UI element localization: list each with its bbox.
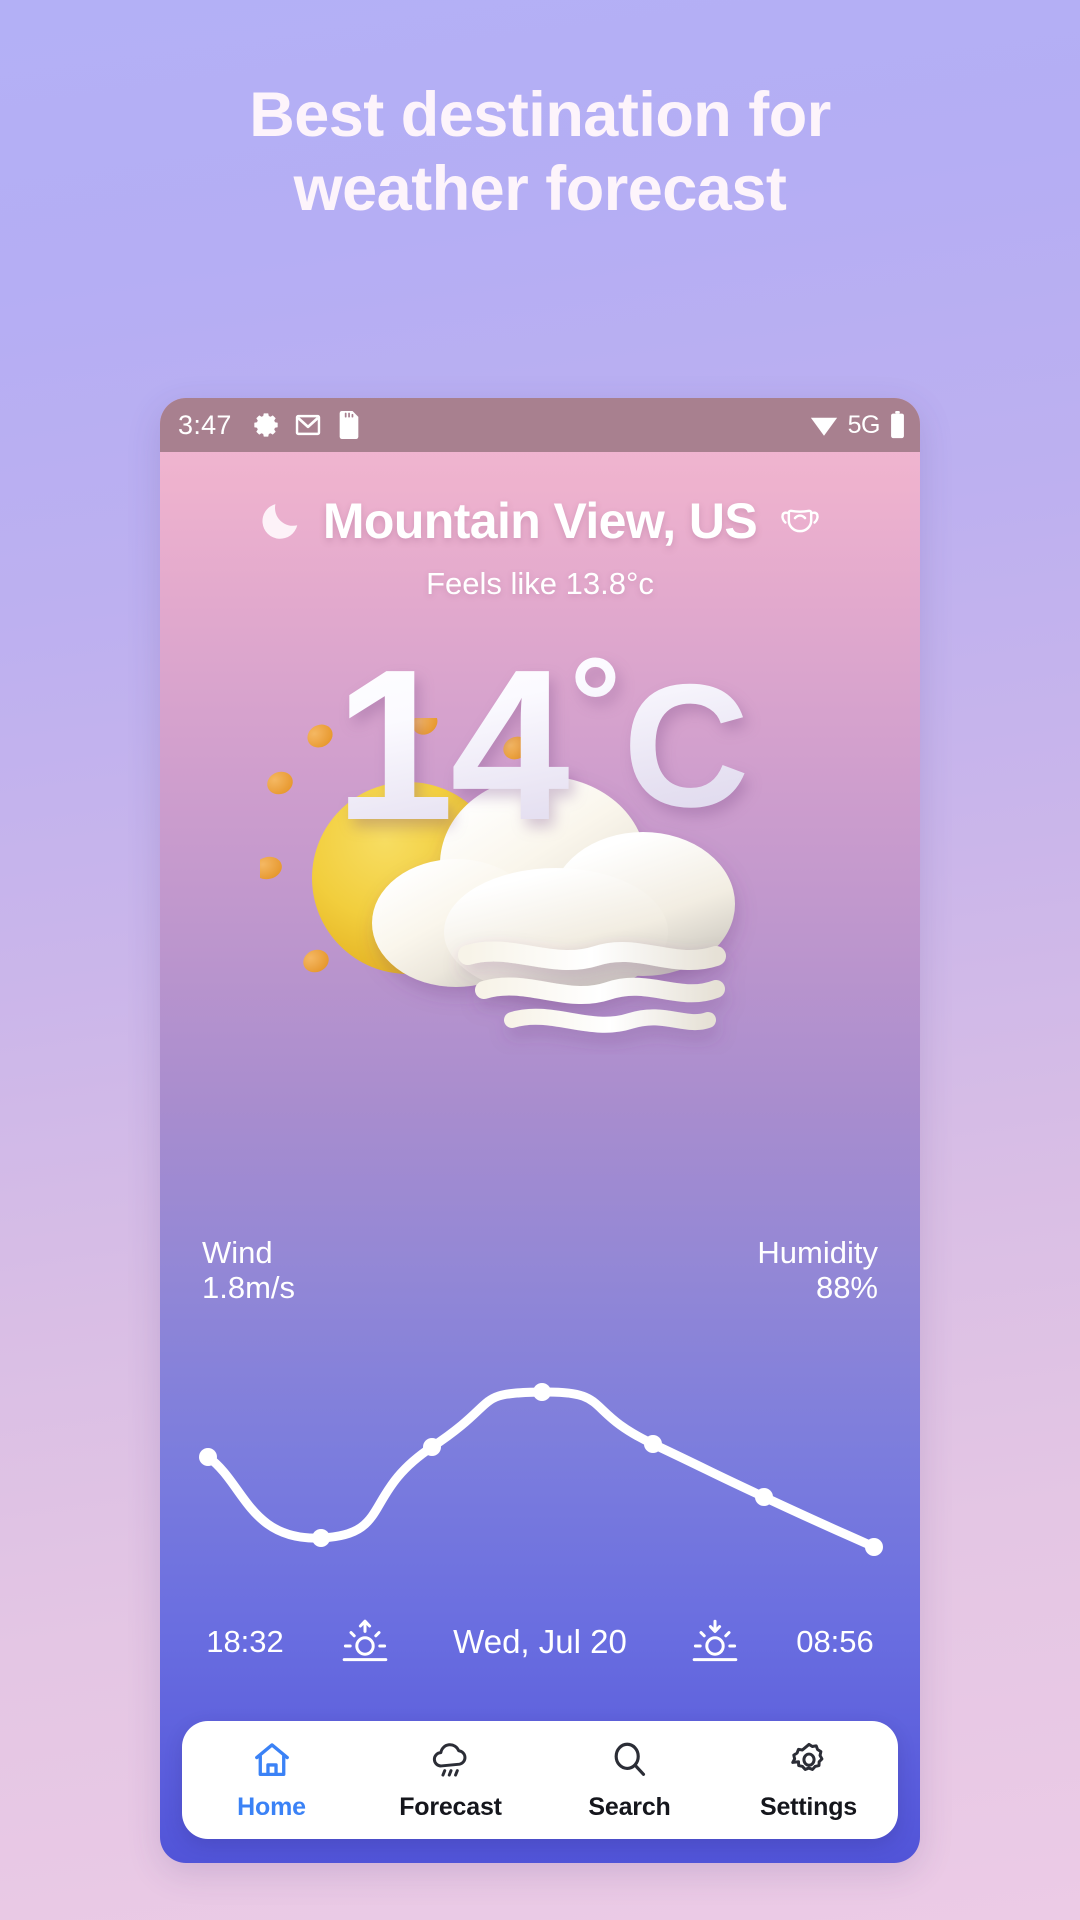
- nav-label-home: Home: [237, 1792, 306, 1821]
- sun-times-row: 18:32 Wed, Jul 20 08:56: [160, 1616, 920, 1668]
- wind-label: Wind: [202, 1235, 273, 1270]
- gear-icon: [252, 411, 280, 439]
- weather-illustration: [160, 718, 920, 1058]
- promo-line-1: Best destination for: [249, 80, 831, 150]
- humidity-label: Humidity: [757, 1235, 878, 1270]
- network-type: 5G: [847, 410, 881, 439]
- gear-icon: [788, 1739, 830, 1786]
- sunset-time: 18:32: [206, 1624, 284, 1659]
- weather-metrics: Wind 1.8m/s Humidity 88%: [160, 1235, 920, 1305]
- face-mask-icon[interactable]: [757, 499, 843, 543]
- app-screen: 3:47 5G Mountain View, US Feels like 13.…: [160, 398, 920, 1863]
- nav-label-forecast: Forecast: [399, 1792, 502, 1821]
- humidity-metric: Humidity 88%: [757, 1235, 886, 1305]
- wind-metric: Wind 1.8m/s: [194, 1235, 296, 1305]
- status-bar: 3:47 5G: [160, 398, 920, 452]
- nav-item-forecast[interactable]: Forecast: [361, 1739, 540, 1822]
- nav-item-settings[interactable]: Settings: [719, 1739, 898, 1822]
- status-right-icons: 5G: [809, 411, 906, 440]
- feels-like: Feels like 13.8°c: [426, 566, 654, 601]
- humidity-value: 88%: [815, 1269, 878, 1305]
- sunrise-time: 08:56: [796, 1624, 874, 1659]
- phone-mockup: 3:47 5G Mountain View, US Feels like 13.…: [160, 398, 920, 1863]
- promo-line-2: weather forecast: [293, 154, 787, 225]
- battery-icon: [889, 411, 906, 439]
- cloud-rain-icon: [430, 1739, 472, 1786]
- search-icon: [609, 1739, 651, 1786]
- crescent-moon-icon: [237, 498, 323, 544]
- sunrise-icon: [306, 1616, 424, 1668]
- nav-item-home[interactable]: Home: [182, 1739, 361, 1822]
- temperature-trend-chart[interactable]: [160, 1373, 920, 1608]
- wifi-icon: [809, 412, 839, 438]
- chart-point-1[interactable]: [312, 1529, 330, 1547]
- status-left-icons: [252, 411, 362, 439]
- chart-data-points: [199, 1383, 883, 1556]
- nav-label-settings: Settings: [759, 1792, 858, 1821]
- nav-item-search[interactable]: Search: [540, 1739, 719, 1822]
- chart-line: [203, 1387, 879, 1552]
- promo-headline: Best destination for weather forecast: [0, 78, 1080, 227]
- chart-point-3[interactable]: [533, 1383, 551, 1401]
- sunset-icon: [656, 1616, 774, 1668]
- nav-label-search: Search: [588, 1792, 671, 1821]
- bottom-navigation: Home Forecast Search Settings: [182, 1721, 898, 1839]
- chart-point-5[interactable]: [755, 1488, 773, 1506]
- sdcard-icon: [336, 411, 362, 439]
- forecast-date: Wed, Jul 20: [453, 1623, 627, 1660]
- home-icon: [251, 1739, 293, 1786]
- city-header: Mountain View, US: [160, 492, 920, 550]
- wind-value: 1.8m/s: [202, 1269, 296, 1305]
- sun-cloud-mist-graphic: [260, 718, 735, 1033]
- status-time: 3:47: [178, 409, 232, 440]
- chart-point-6[interactable]: [865, 1538, 883, 1556]
- chart-point-0[interactable]: [199, 1448, 217, 1466]
- chart-point-4[interactable]: [644, 1435, 662, 1453]
- chart-point-2[interactable]: [423, 1438, 441, 1456]
- city-name[interactable]: Mountain View, US: [323, 492, 758, 550]
- gmail-icon: [294, 411, 322, 439]
